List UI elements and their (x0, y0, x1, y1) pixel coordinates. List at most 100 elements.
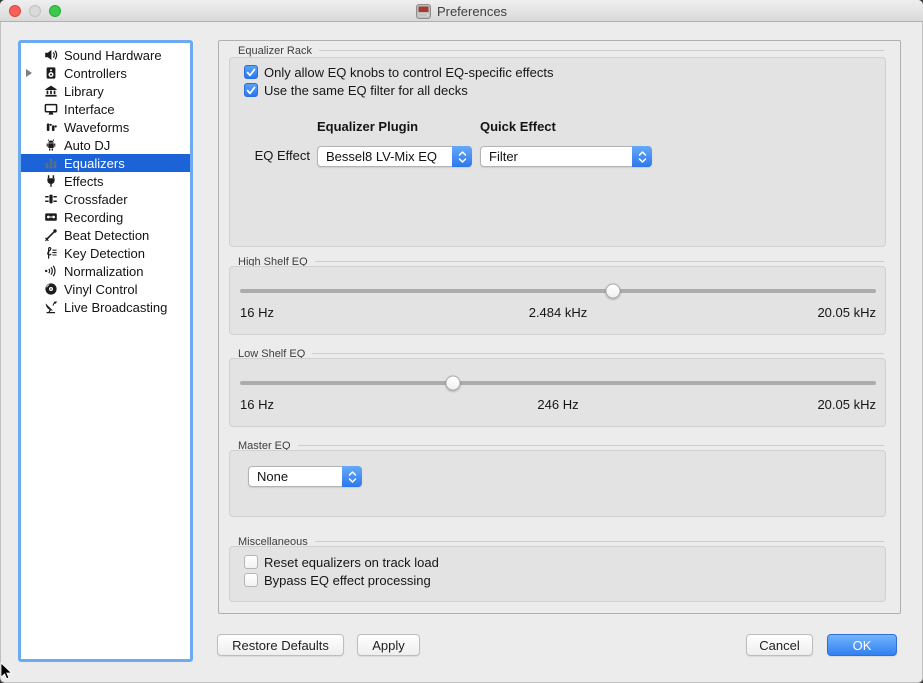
group-title: Equalizer Rack (238, 45, 312, 57)
title-area: Preferences (416, 4, 507, 19)
minimize-button[interactable] (29, 5, 41, 17)
checkbox-label: Reset equalizers on track load (264, 555, 439, 570)
preferences-window: Preferences Sound Hardware Controllers L… (0, 0, 923, 683)
stepper-arrows-icon (452, 146, 472, 167)
equalizer-plugin-header: Equalizer Plugin (317, 119, 418, 134)
monitor-icon (44, 102, 58, 116)
sidebar-item-label: Beat Detection (64, 228, 149, 243)
stepper-arrows-icon (342, 466, 362, 487)
sidebar-item-normalization[interactable]: Normalization (21, 262, 190, 280)
sidebar-item-label: Key Detection (64, 246, 145, 261)
sidebar-item-controllers[interactable]: Controllers (21, 64, 190, 82)
slider-track[interactable] (240, 289, 876, 293)
apply-button[interactable]: Apply (357, 634, 420, 656)
group-divider (312, 353, 884, 354)
sidebar-item-waveforms[interactable]: Waveforms (21, 118, 190, 136)
drumstick-icon (44, 228, 58, 242)
ok-button[interactable]: OK (827, 634, 897, 656)
bypass-eq-checkbox[interactable] (244, 573, 258, 587)
slider-value-label: 2.484 kHz (240, 305, 876, 320)
group-divider (315, 541, 884, 542)
zoom-button[interactable] (49, 5, 61, 17)
sidebar-item-label: Effects (64, 174, 104, 189)
eq-knobs-checkbox[interactable] (244, 65, 258, 79)
equalizer-plugin-select[interactable]: Bessel8 LV-Mix EQ (317, 146, 472, 167)
same-filter-checkbox[interactable] (244, 83, 258, 97)
eq-effect-row-label: EQ Effect (230, 148, 310, 163)
group-divider (319, 50, 884, 51)
waveform-icon (44, 120, 58, 134)
slider-handle[interactable] (446, 376, 461, 391)
high-shelf-slider[interactable] (240, 281, 876, 301)
sidebar-item-effects[interactable]: Effects (21, 172, 190, 190)
window-controls (9, 5, 61, 17)
plug-icon (44, 174, 58, 188)
reset-eq-checkbox-row[interactable]: Reset equalizers on track load (244, 554, 439, 570)
sidebar-item-label: Sound Hardware (64, 48, 162, 63)
sidebar-item-label: Controllers (64, 66, 127, 81)
speaker-icon (44, 48, 58, 62)
sidebar-item-interface[interactable]: Interface (21, 100, 190, 118)
group-divider (298, 445, 884, 446)
cassette-icon (44, 210, 58, 224)
sidebar-item-label: Normalization (64, 264, 143, 279)
disclosure-triangle-icon[interactable] (26, 69, 32, 77)
checkbox-label: Bypass EQ effect processing (264, 573, 431, 588)
sidebar-item-sound-hardware[interactable]: Sound Hardware (21, 46, 190, 64)
titlebar[interactable]: Preferences (0, 0, 923, 22)
restore-defaults-button[interactable]: Restore Defaults (217, 634, 344, 656)
sidebar-item-crossfader[interactable]: Crossfader (21, 190, 190, 208)
vinyl-icon (44, 282, 58, 296)
equalizer-rack-group-label: Equalizer Rack (238, 44, 884, 57)
crossfader-icon (44, 192, 58, 206)
cancel-button[interactable]: Cancel (746, 634, 813, 656)
dropdown-value: None (257, 467, 288, 486)
equalizer-bars-icon (44, 156, 58, 170)
low-shelf-group: 16 Hz 246 Hz 20.05 kHz (229, 358, 886, 427)
preferences-app-icon (416, 4, 431, 19)
close-button[interactable] (9, 5, 21, 17)
equalizer-rack-group: Only allow EQ knobs to control EQ-specif… (229, 57, 886, 247)
sidebar-item-key-detection[interactable]: Key Detection (21, 244, 190, 262)
slider-track[interactable] (240, 381, 876, 385)
low-shelf-slider[interactable] (240, 373, 876, 393)
satellite-icon (44, 300, 58, 314)
sidebar-item-equalizers[interactable]: Equalizers (21, 154, 190, 172)
sidebar-item-label: Waveforms (64, 120, 129, 135)
master-eq-group: None (229, 450, 886, 517)
eq-knobs-checkbox-row[interactable]: Only allow EQ knobs to control EQ-specif… (244, 64, 554, 80)
sidebar-item-live-broadcasting[interactable]: Live Broadcasting (21, 298, 190, 316)
sidebar-item-library[interactable]: Library (21, 82, 190, 100)
slider-handle[interactable] (605, 284, 620, 299)
controller-icon (44, 66, 58, 80)
sidebar-item-vinyl-control[interactable]: Vinyl Control (21, 280, 190, 298)
stepper-arrows-icon (632, 146, 652, 167)
high-shelf-group: 16 Hz 2.484 kHz 20.05 kHz (229, 266, 886, 335)
slider-max-label: 20.05 kHz (817, 397, 876, 412)
dropdown-value: Bessel8 LV-Mix EQ (326, 147, 437, 166)
equalizers-settings-panel: Equalizer Rack Only allow EQ knobs to co… (218, 40, 901, 614)
master-eq-select[interactable]: None (248, 466, 362, 487)
checkbox-label: Use the same EQ filter for all decks (264, 83, 468, 98)
sidebar-item-auto-dj[interactable]: Auto DJ (21, 136, 190, 154)
reset-eq-checkbox[interactable] (244, 555, 258, 569)
bypass-eq-checkbox-row[interactable]: Bypass EQ effect processing (244, 572, 431, 588)
low-shelf-scale: 16 Hz 246 Hz 20.05 kHz (240, 397, 876, 413)
sidebar-item-label: Equalizers (64, 156, 125, 171)
slider-max-label: 20.05 kHz (817, 305, 876, 320)
sidebar-item-label: Crossfader (64, 192, 128, 207)
same-filter-checkbox-row[interactable]: Use the same EQ filter for all decks (244, 82, 468, 98)
sidebar-item-label: Recording (64, 210, 123, 225)
sidebar-item-label: Live Broadcasting (64, 300, 167, 315)
quick-effect-header: Quick Effect (480, 119, 556, 134)
sidebar-item-recording[interactable]: Recording (21, 208, 190, 226)
slider-value-label: 246 Hz (240, 397, 876, 412)
sidebar-item-label: Auto DJ (64, 138, 110, 153)
preferences-category-list[interactable]: Sound Hardware Controllers Library Inter… (18, 40, 193, 662)
sidebar-item-beat-detection[interactable]: Beat Detection (21, 226, 190, 244)
robot-icon (44, 138, 58, 152)
dropdown-value: Filter (489, 147, 518, 166)
window-title: Preferences (437, 4, 507, 19)
soundwave-icon (44, 264, 58, 278)
quick-effect-select[interactable]: Filter (480, 146, 652, 167)
